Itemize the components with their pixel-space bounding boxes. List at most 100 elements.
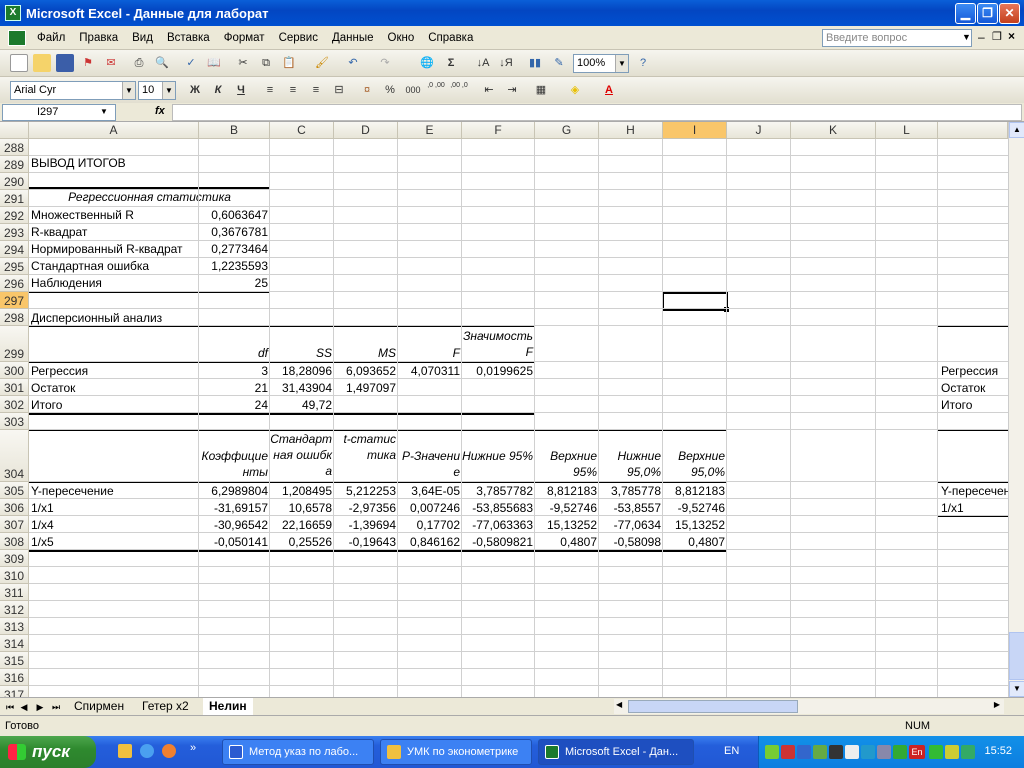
cell-e305[interactable]: 3,64E-05 xyxy=(398,483,462,499)
cell-c306[interactable]: 10,6578 xyxy=(270,500,334,516)
row-header[interactable]: 309 xyxy=(0,550,29,567)
cell-d304[interactable]: t-статистика xyxy=(334,431,398,482)
cell-a305[interactable]: Y-пересечение xyxy=(31,483,199,499)
drawing-icon[interactable]: ✎ xyxy=(550,54,568,72)
col-header-f[interactable]: F xyxy=(462,122,535,139)
new-icon[interactable] xyxy=(10,54,28,72)
spreadsheet-grid[interactable]: A B C D E F G H I J K L ВЫВОД ИТОГОВ Рег… xyxy=(0,122,1008,697)
sort-asc-icon[interactable]: ↓A xyxy=(474,54,492,72)
font-combo[interactable]: Arial Cyr ▼ xyxy=(10,81,136,100)
cell-d308[interactable]: -0,19643 xyxy=(334,534,398,550)
row-header[interactable]: 288 xyxy=(0,139,29,156)
cell-g304[interactable]: Верхние 95% xyxy=(535,448,599,482)
row-header[interactable]: 299 xyxy=(0,326,29,362)
menu-file[interactable]: Файл xyxy=(30,32,72,44)
cell-b299[interactable]: df xyxy=(199,345,270,361)
format-painter-icon[interactable]: 🖌 xyxy=(313,54,331,72)
row-header[interactable]: 290 xyxy=(0,173,29,190)
cell-i306[interactable]: -9,52746 xyxy=(663,500,727,516)
research-icon[interactable]: 📖 xyxy=(205,54,223,72)
percent-button[interactable]: % xyxy=(381,81,399,99)
thousands-button[interactable]: 000 xyxy=(404,81,422,99)
cell-b306[interactable]: -31,69157 xyxy=(199,500,270,516)
cell-c305[interactable]: 1,208495 xyxy=(270,483,334,499)
fill-color-icon[interactable]: ◈ xyxy=(566,81,584,99)
tray-lang-icon[interactable]: En xyxy=(909,745,925,759)
underline-button[interactable]: Ч xyxy=(232,81,250,99)
cell-g308[interactable]: 0,4807 xyxy=(535,534,599,550)
cell-right-302[interactable]: Итого xyxy=(941,397,972,413)
next-sheet-icon[interactable]: ▶ xyxy=(34,700,46,714)
row-header[interactable]: 293 xyxy=(0,224,29,241)
col-header-a[interactable]: A xyxy=(29,122,199,139)
sort-desc-icon[interactable]: ↓Я xyxy=(497,54,515,72)
print-icon[interactable]: ⎙ xyxy=(130,54,148,72)
redo-icon[interactable]: ↷ xyxy=(376,54,394,72)
cell-b296[interactable]: 25 xyxy=(199,275,270,291)
autosum-icon[interactable]: Σ xyxy=(442,54,460,72)
cell-g307[interactable]: 15,13252 xyxy=(535,517,599,533)
cell-b294[interactable]: 0,2773464 xyxy=(199,241,270,257)
row-header[interactable]: 313 xyxy=(0,618,29,635)
borders-icon[interactable]: ▦ xyxy=(532,81,550,99)
cell-e308[interactable]: 0,846162 xyxy=(398,534,462,550)
email-icon[interactable]: ✉ xyxy=(102,54,120,72)
cell-b293[interactable]: 0,3676781 xyxy=(199,224,270,240)
h-scroll-thumb[interactable] xyxy=(628,700,798,713)
help-icon[interactable]: ? xyxy=(634,54,652,72)
doc-restore-icon[interactable]: ❐ xyxy=(992,30,1002,43)
sheet-tab-geter[interactable]: Гетер x2 xyxy=(136,698,195,715)
permission-icon[interactable]: ⚑ xyxy=(79,54,97,72)
menu-format[interactable]: Формат xyxy=(217,32,272,44)
cell-a301[interactable]: Остаток xyxy=(31,380,75,396)
row-header[interactable]: 310 xyxy=(0,567,29,584)
cell-f300[interactable]: 0,0199625 xyxy=(462,363,535,379)
row-header[interactable]: 296 xyxy=(0,275,29,292)
cut-icon[interactable]: ✂ xyxy=(234,54,252,72)
minimize-button[interactable]: ▁ xyxy=(955,3,976,24)
cell-c304[interactable]: Стандартная ошибка xyxy=(270,431,334,482)
cell-d307[interactable]: -1,39694 xyxy=(334,517,398,533)
col-header-l[interactable]: L xyxy=(876,122,938,139)
tray-icon[interactable] xyxy=(861,745,875,759)
doc-minimize-icon[interactable]: – xyxy=(978,30,985,44)
cell-b301[interactable]: 21 xyxy=(199,380,270,396)
task-excel[interactable]: Microsoft Excel - Дан... xyxy=(538,739,694,765)
quicklaunch-ie-icon[interactable] xyxy=(140,744,154,758)
cell-a307[interactable]: 1/x4 xyxy=(31,517,199,533)
menu-window[interactable]: Окно xyxy=(381,32,422,44)
cell-b302[interactable]: 24 xyxy=(199,397,270,413)
cell-h304[interactable]: Нижние 95,0% xyxy=(599,448,663,482)
cell-right-300[interactable]: Регрессия xyxy=(941,363,998,379)
cell-d305[interactable]: 5,212253 xyxy=(334,483,398,499)
first-sheet-icon[interactable]: ⏮ xyxy=(4,700,16,714)
cell-e300[interactable]: 4,070311 xyxy=(398,363,462,379)
save-icon[interactable] xyxy=(56,54,74,72)
tray-icon[interactable] xyxy=(781,745,795,759)
cell-c307[interactable]: 22,16659 xyxy=(270,517,334,533)
row-header[interactable]: 300 xyxy=(0,362,29,379)
cell-e307[interactable]: 0,17702 xyxy=(398,517,462,533)
hyperlink-icon[interactable]: 🌐 xyxy=(418,54,436,72)
cell-h305[interactable]: 3,785778 xyxy=(599,483,663,499)
cell-f308[interactable]: -0,5809821 xyxy=(462,534,535,550)
row-header[interactable]: 304 xyxy=(0,430,29,482)
undo-icon[interactable]: ↶ xyxy=(344,54,362,72)
menu-data[interactable]: Данные xyxy=(325,32,381,44)
horizontal-scrollbar[interactable]: ◀ ▶ xyxy=(614,699,1004,714)
paste-icon[interactable]: 📋 xyxy=(280,54,298,72)
quicklaunch-folder-icon[interactable] xyxy=(118,744,132,758)
cell-f306[interactable]: -53,855683 xyxy=(462,500,535,516)
align-center-icon[interactable]: ≡ xyxy=(284,81,302,99)
cell-f307[interactable]: -77,063363 xyxy=(462,517,535,533)
cell-i308[interactable]: 0,4807 xyxy=(663,534,727,550)
row-header[interactable]: 294 xyxy=(0,241,29,258)
scroll-thumb[interactable] xyxy=(1009,632,1024,680)
task-folder[interactable]: УМК по эконометрике xyxy=(380,739,532,765)
cell-d306[interactable]: -2,97356 xyxy=(334,500,398,516)
tray-icon[interactable] xyxy=(929,745,943,759)
doc-close-icon[interactable]: × xyxy=(1008,29,1015,43)
task-word[interactable]: Метод указ по лабо... xyxy=(222,739,374,765)
cell-a302[interactable]: Итого xyxy=(31,397,62,413)
row-header[interactable]: 291 xyxy=(0,190,29,207)
